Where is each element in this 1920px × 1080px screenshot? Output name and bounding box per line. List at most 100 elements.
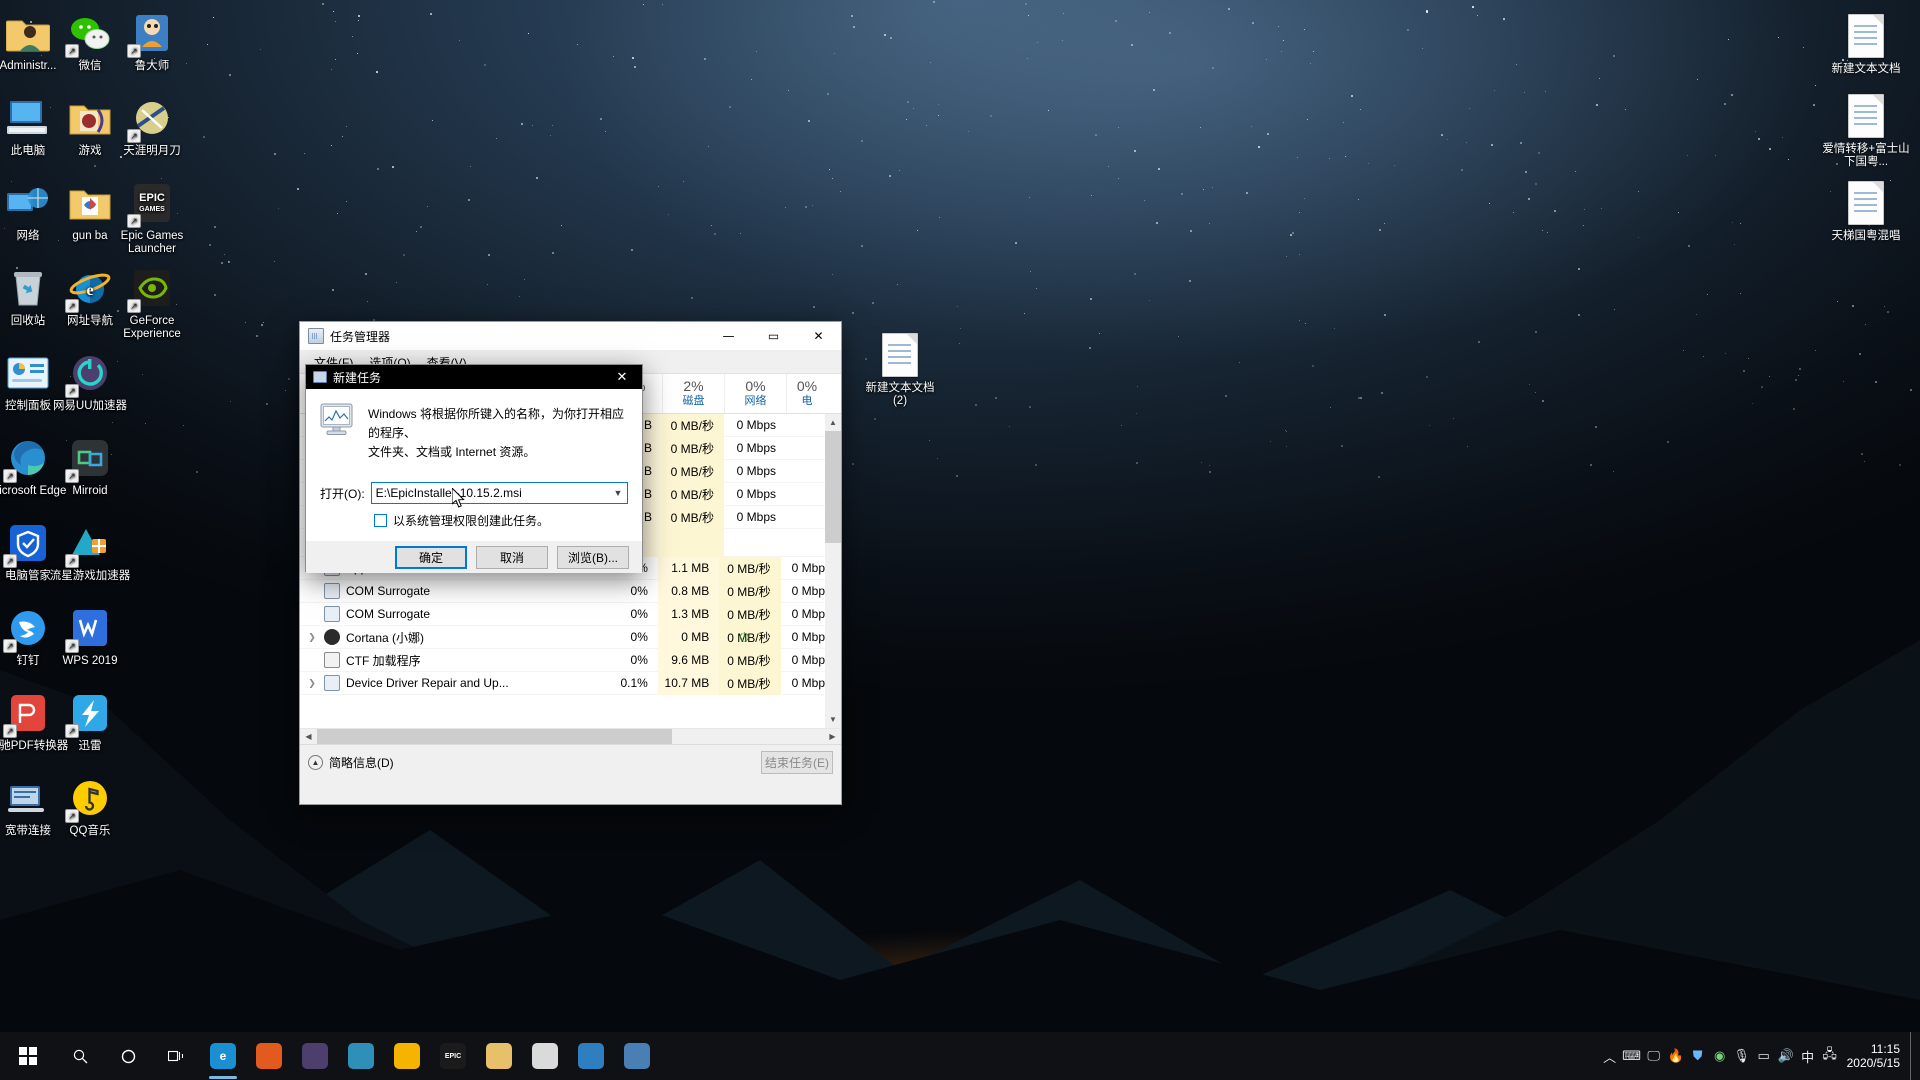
taskbar-app-9[interactable]: [614, 1032, 660, 1080]
vscroll-track[interactable]: [825, 431, 841, 711]
table-row[interactable]: ❯ Cortana (小娜) ⏻ 0% 0 MB 0 MB/秒 0 Mbps: [300, 625, 841, 649]
chevron-up-icon[interactable]: ︿: [1599, 1032, 1621, 1080]
hscroll-track[interactable]: [317, 728, 824, 745]
open-input[interactable]: [371, 483, 609, 503]
new-task-dialog[interactable]: 新建任务 ✕ Windows 将根据你所键入的名称，为你打开相应的程序、 文件夹…: [305, 364, 643, 573]
table-row[interactable]: COM Surrogate 0% 1.3 MB 0 MB/秒 0 Mbps: [300, 602, 841, 626]
desktop-icon-13[interactable]: ↗ 网易UU加速器: [47, 350, 133, 413]
brief-info-button[interactable]: ▲ 简略信息(D): [308, 754, 394, 771]
end-task-button[interactable]: 结束任务(E): [761, 751, 833, 774]
cortana-button[interactable]: [104, 1032, 152, 1080]
chevron-up-circle-icon: ▲: [308, 755, 323, 770]
admin-checkbox-row[interactable]: 以系统管理权限创建此任务。: [320, 512, 628, 529]
tray-ime-icon[interactable]: 中: [1797, 1032, 1819, 1080]
horizontal-scrollbar[interactable]: ◀ ▶: [300, 728, 841, 745]
tray-screen-icon[interactable]: ▭: [1753, 1032, 1775, 1080]
taskbar-app-6[interactable]: [476, 1032, 522, 1080]
hscroll-thumb[interactable]: [317, 728, 672, 745]
table-row[interactable]: CTF 加载程序 0% 9.6 MB 0 MB/秒 0 Mbps: [300, 648, 841, 672]
column-header-network[interactable]: 0% 网络: [724, 374, 786, 413]
process-name: CTF 加载程序: [346, 653, 421, 668]
desktop-icon-17[interactable]: ↗ 流星游戏加速器: [47, 520, 133, 583]
minimize-button[interactable]: —: [706, 322, 751, 351]
expand-chevron-icon[interactable]: ❯: [306, 678, 318, 689]
scroll-up-arrow[interactable]: ▲: [825, 414, 841, 431]
chevron-down-icon[interactable]: ▼: [609, 483, 627, 503]
new-task-titlebar: 新建任务 ✕: [306, 365, 642, 389]
broadband-icon: [5, 775, 51, 821]
taskbar-app-1[interactable]: [246, 1032, 292, 1080]
desktop-icon-label: 鲁大师: [134, 60, 170, 72]
table-row[interactable]: ❯ Device Driver Repair and Up... 0.1% 10…: [300, 671, 841, 695]
new-task-close-button[interactable]: ✕: [602, 365, 642, 389]
wps-icon: ↗: [65, 605, 113, 653]
tray-keyboard-icon[interactable]: ⌨: [1621, 1032, 1643, 1080]
table-row[interactable]: COM Surrogate 0% 0.8 MB 0 MB/秒 0 Mbps: [300, 579, 841, 603]
desktop-icon-label: 爱情转移+富士山下国粤...: [1822, 143, 1910, 168]
chrome-taskbar-icon: [394, 1043, 420, 1069]
search-button[interactable]: [56, 1032, 104, 1080]
shortcut-overlay-icon: ↗: [65, 44, 79, 58]
scroll-right-arrow[interactable]: ▶: [824, 729, 841, 745]
desktop-icon-right-0[interactable]: 新建文本文档: [1818, 14, 1914, 76]
tray-monitor-icon[interactable]: 🖵: [1643, 1032, 1665, 1080]
desktop-icon-2[interactable]: ↗ 鲁大师: [109, 10, 195, 73]
taskbar-app-3[interactable]: [338, 1032, 384, 1080]
cell-cpu: 0%: [630, 607, 648, 621]
start-button[interactable]: [0, 1032, 56, 1080]
vertical-scrollbar[interactable]: ▲ ▼: [825, 414, 841, 728]
cell-power: [786, 460, 827, 483]
cancel-button[interactable]: 取消: [476, 545, 548, 569]
cortana-icon: [324, 629, 340, 645]
desktop-icon-11[interactable]: ↗ GeForce Experience: [109, 265, 195, 341]
task-view-button[interactable]: [152, 1032, 200, 1080]
taskbar-app-5[interactable]: EPIC: [430, 1032, 476, 1080]
tray-volume-icon[interactable]: 🔊: [1775, 1032, 1797, 1080]
desktop-icon-21[interactable]: ↗ 迅雷: [47, 690, 133, 753]
column-header-power[interactable]: 0% 电: [786, 374, 827, 413]
maximize-button[interactable]: ▭: [751, 322, 796, 351]
desktop-icon-5[interactable]: ↗ 天涯明月刀: [109, 95, 195, 158]
desktop-icon-23[interactable]: ↗ QQ音乐: [47, 775, 133, 838]
taskbar-clock[interactable]: 11:15 2020/5/15: [1841, 1032, 1910, 1080]
taskbar-app-2[interactable]: [292, 1032, 338, 1080]
desktop-icon-right-2[interactable]: 天梯国粤混唱: [1818, 181, 1914, 243]
taskbar-app-underline: [531, 1076, 559, 1079]
process-name: Device Driver Repair and Up...: [346, 676, 509, 690]
desktop-icon-19[interactable]: ↗ WPS 2019: [47, 605, 133, 668]
vscroll-thumb[interactable]: [825, 431, 841, 543]
control-panel-icon: [5, 350, 51, 396]
taskbar-app-8[interactable]: [568, 1032, 614, 1080]
expand-chevron-icon[interactable]: ❯: [306, 632, 318, 643]
admin-checkbox[interactable]: [374, 514, 387, 527]
taskbar-app-0[interactable]: e: [200, 1032, 246, 1080]
open-combobox[interactable]: ▼: [370, 482, 628, 504]
cell-disk: 0 MB/秒: [719, 648, 781, 672]
svg-text:EPIC: EPIC: [139, 192, 165, 204]
new-task-title: 新建任务: [333, 370, 382, 385]
tray-shield-icon[interactable]: ⛊: [1687, 1032, 1709, 1080]
task-manager-title: 任务管理器: [330, 329, 391, 344]
desktop-icon-right-1[interactable]: 爱情转移+富士山下国粤...: [1818, 94, 1914, 169]
column-header-disk[interactable]: 2% 磁盘: [662, 374, 724, 413]
desktop-icon-15[interactable]: ↗ Mirroid: [47, 435, 133, 498]
cell-network: 0 Mbps: [736, 464, 776, 478]
show-desktop-button[interactable]: [1910, 1032, 1916, 1080]
shortcut-overlay-icon: ↗: [65, 724, 79, 738]
desktop-icon-center-doc[interactable]: 新建文本文档 (2): [857, 332, 943, 408]
tray-network-icon[interactable]: 🖧: [1819, 1032, 1841, 1080]
taskbar-app-underline: [255, 1076, 283, 1079]
taskbar-app-4[interactable]: [384, 1032, 430, 1080]
desktop-icon-label: WPS 2019: [62, 655, 118, 667]
close-button[interactable]: ✕: [796, 322, 841, 351]
desktop-icon-8[interactable]: EPIC GAMES ↗ Epic Games Launcher: [109, 180, 195, 256]
scroll-left-arrow[interactable]: ◀: [300, 729, 317, 745]
ok-button[interactable]: 确定: [395, 545, 467, 569]
browse-button[interactable]: 浏览(B)...: [557, 545, 629, 569]
scroll-down-arrow[interactable]: ▼: [825, 711, 841, 728]
tray-mic-icon[interactable]: 🎙: [1731, 1032, 1753, 1080]
tray-green-icon[interactable]: ◉: [1709, 1032, 1731, 1080]
tray-flame-icon[interactable]: 🔥: [1665, 1032, 1687, 1080]
taskbar[interactable]: e EPIC ︿ ⌨ 🖵 🔥 ⛊ ◉ 🎙 ▭ 🔊 中 🖧 11:15 2020/…: [0, 1032, 1920, 1080]
taskbar-app-7[interactable]: [522, 1032, 568, 1080]
